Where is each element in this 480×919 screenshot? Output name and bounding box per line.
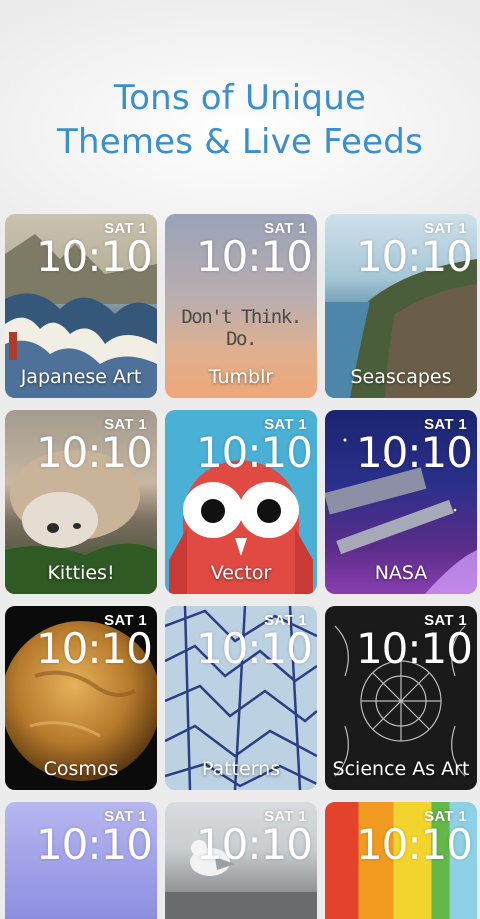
theme-tile-sky[interactable]: SAT 1 10:10: [5, 802, 157, 919]
tile-time: 10:10: [355, 624, 473, 673]
tile-label: Tumblr: [208, 366, 274, 388]
theme-grid: SAT 1 10:10 Japanese Art Don't Think. Do…: [0, 0, 480, 919]
tile-label: Japanese Art: [20, 366, 142, 388]
tile-label: Cosmos: [43, 758, 119, 780]
tile-label: Patterns: [201, 758, 281, 780]
tile-time: 10:10: [35, 820, 153, 869]
tile-time: 10:10: [195, 428, 313, 477]
tile-label: Science As Art: [332, 758, 470, 780]
theme-tile-vector[interactable]: SAT 1 10:10 Vector: [165, 410, 317, 594]
theme-tile-patterns[interactable]: SAT 1 10:10 Patterns: [165, 606, 317, 790]
theme-tile-science-as-art[interactable]: SAT 1 10:10 Science As Art: [325, 606, 477, 790]
theme-tile-seagull[interactable]: SAT 1 10:10: [165, 802, 317, 919]
theme-tile-tumblr[interactable]: Don't Think. Do. SAT 1 10:10 Tumblr: [165, 214, 317, 398]
tile-time: 10:10: [35, 428, 153, 477]
theme-tile-cosmos[interactable]: SAT 1 10:10 Cosmos: [5, 606, 157, 790]
tile-label: NASA: [374, 562, 428, 584]
tile-label: Vector: [210, 562, 272, 584]
theme-tile-stripes[interactable]: SAT 1 10:10: [325, 802, 477, 919]
theme-tile-seascapes[interactable]: SAT 1 10:10 Seascapes: [325, 214, 477, 398]
tile-label: Seascapes: [350, 366, 452, 388]
tumblr-quote: Don't Think. Do.: [181, 306, 302, 350]
theme-tile-kitties[interactable]: SAT 1 10:10 Kitties!: [5, 410, 157, 594]
tile-time: 10:10: [355, 820, 473, 869]
tile-time: 10:10: [355, 232, 473, 281]
tile-time: 10:10: [355, 428, 473, 477]
theme-tile-nasa[interactable]: SAT 1 10:10 NASA: [325, 410, 477, 594]
tile-time: 10:10: [195, 820, 313, 869]
tile-label: Kitties!: [47, 562, 115, 584]
tile-time: 10:10: [195, 624, 313, 673]
tile-time: 10:10: [35, 232, 153, 281]
tile-time: 10:10: [195, 232, 313, 281]
tile-time: 10:10: [35, 624, 153, 673]
theme-tile-japanese-art[interactable]: SAT 1 10:10 Japanese Art: [5, 214, 157, 398]
